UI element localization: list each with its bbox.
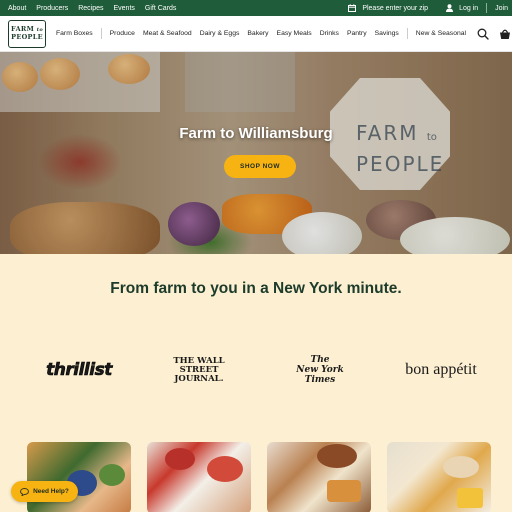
nav-drinks[interactable]: Drinks [320, 30, 339, 37]
nav-divider [100, 28, 102, 39]
utility-divider [486, 3, 488, 13]
nav-new-seasonal[interactable]: New & Seasonal [416, 30, 466, 37]
hero-overlay [0, 52, 512, 254]
logo-line-2: PEOPLE [11, 33, 43, 41]
wsj-logo: THE WALL STREET JOURNAL. [173, 355, 225, 384]
nyt-logo: The New York Times [296, 355, 344, 385]
category-card-dairy[interactable] [387, 442, 491, 512]
nav-easy-meals[interactable]: Easy Meals [277, 30, 312, 37]
nav-savings[interactable]: Savings [375, 30, 399, 37]
nav-farm-boxes[interactable]: Farm Boxes [56, 30, 93, 37]
nav-bakery[interactable]: Bakery [247, 30, 268, 37]
user-icon [446, 4, 454, 12]
nav-dairy-eggs[interactable]: Dairy & Eggs [200, 30, 240, 37]
zip-prompt-text: Please enter your zip [362, 4, 429, 12]
category-card-bakery[interactable] [267, 442, 371, 512]
utility-actions: Please enter your zip Log in Join [348, 3, 512, 13]
nav-pantry[interactable]: Pantry [347, 30, 367, 37]
login-text: Log in [459, 4, 479, 12]
utility-bar: About Producers Recipes Events Gift Card… [0, 0, 512, 16]
card-image-detail [457, 488, 483, 508]
recipes-link[interactable]: Recipes [78, 5, 103, 12]
card-image-detail [317, 444, 357, 468]
hero-title: Farm to Williamsburg [179, 125, 333, 142]
thrillist-logo: thrillist [46, 360, 113, 381]
card-image-detail [327, 480, 361, 502]
about-link[interactable]: About [8, 5, 26, 12]
card-image-detail [443, 456, 479, 478]
card-image-detail [207, 456, 243, 482]
nav-produce[interactable]: Produce [110, 30, 135, 37]
category-card-meat[interactable] [147, 442, 251, 512]
card-image-detail [99, 464, 125, 486]
nav-meat-seafood[interactable]: Meat & Seafood [143, 30, 192, 37]
card-image-detail [165, 448, 195, 470]
gift-cards-link[interactable]: Gift Cards [145, 5, 177, 12]
nav-divider [406, 28, 408, 39]
bon-appetit-logo: bon appétit [405, 361, 477, 378]
zip-prompt-link[interactable]: Please enter your zip [348, 4, 428, 12]
main-nav: FARM to PEOPLE Farm Boxes Produce Meat &… [0, 16, 512, 52]
need-help-label: Need Help? [33, 488, 69, 495]
tagline: From farm to you in a New York minute. [110, 280, 402, 297]
hero-banner: FARM to PEOPLE Farm to Williamsburg SHOP… [0, 52, 512, 254]
need-help-button[interactable]: Need Help? [11, 481, 78, 502]
category-nav: Farm Boxes Produce Meat & Seafood Dairy … [56, 28, 474, 39]
events-link[interactable]: Events [114, 5, 135, 12]
calendar-icon [348, 4, 357, 12]
basket-icon[interactable] [499, 28, 511, 40]
join-link[interactable]: Join [495, 5, 508, 12]
login-link[interactable]: Log in [446, 4, 478, 12]
utility-links: About Producers Recipes Events Gift Card… [0, 5, 176, 12]
producers-link[interactable]: Producers [36, 5, 68, 12]
search-icon[interactable] [477, 28, 489, 40]
farm-to-people-logo[interactable]: FARM to PEOPLE [8, 19, 46, 48]
chat-bubble-icon [20, 487, 29, 496]
shop-now-button[interactable]: SHOP NOW [224, 155, 296, 178]
